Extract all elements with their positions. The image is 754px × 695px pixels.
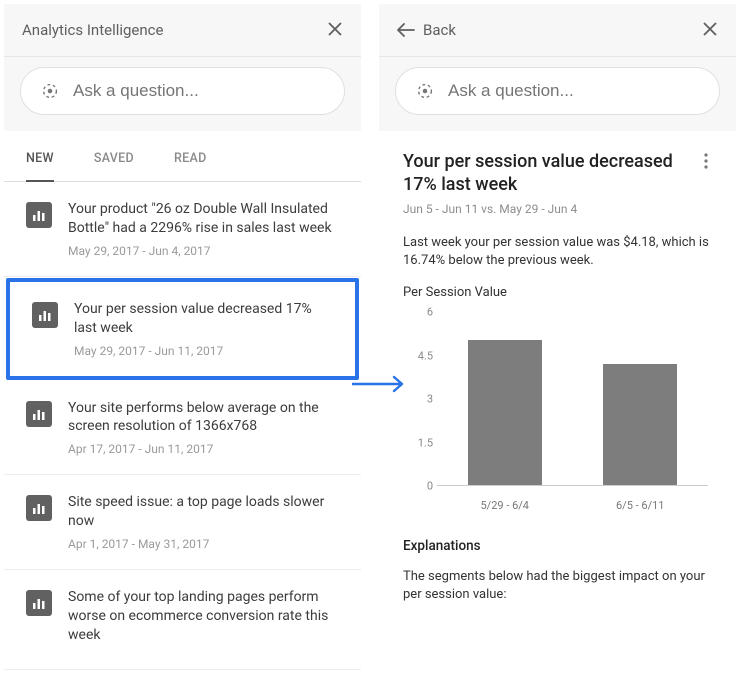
explanations-heading: Explanations [403, 538, 712, 554]
close-icon[interactable] [698, 14, 722, 46]
bar-chart-icon [26, 202, 52, 228]
panel-title: Analytics Intelligence [22, 21, 323, 39]
y-tick-label: 4.5 [409, 349, 433, 362]
close-icon[interactable] [323, 14, 347, 46]
panel-header: Analytics Intelligence [4, 4, 361, 57]
arrow-left-icon [397, 23, 415, 37]
insight-date: Apr 17, 2017 - Jun 11, 2017 [68, 442, 339, 456]
insight-title: Your product "26 oz Double Wall Insulate… [68, 200, 339, 238]
insight-date: Apr 1, 2017 - May 31, 2017 [68, 537, 339, 551]
more-vert-icon[interactable] [700, 151, 712, 176]
search-input[interactable] [448, 81, 701, 101]
bar-chart-icon [26, 590, 52, 616]
search-input[interactable] [73, 81, 326, 101]
insight-title: Your site performs below average on the … [68, 399, 339, 437]
bar-chart-icon [26, 495, 52, 521]
search-pill[interactable] [20, 67, 345, 115]
search-area [379, 57, 736, 131]
back-button[interactable]: Back [397, 21, 456, 39]
chart-bar [468, 340, 542, 486]
chart-title: Per Session Value [403, 285, 712, 300]
detail-title: Your per session value decreased 17% las… [403, 151, 700, 196]
spark-icon [414, 80, 436, 102]
insights-panel: Analytics Intelligence NEW SAVED READ Y [4, 4, 361, 670]
y-tick-label: 6 [409, 306, 433, 319]
bar-chart: 5/29 - 6/46/5 - 6/11 01.534.56 [409, 312, 712, 512]
detail-description: Last week your per session value was $4.… [403, 234, 712, 269]
bar-chart-icon [26, 401, 52, 427]
insight-item[interactable]: Some of your top landing pages perform w… [4, 570, 361, 670]
search-pill[interactable] [395, 67, 720, 115]
spark-icon [39, 80, 61, 102]
detail-panel: Back Your per session value decreased 17… [379, 4, 736, 670]
y-tick-label: 3 [409, 393, 433, 406]
back-label: Back [423, 21, 456, 39]
insight-item-selected[interactable]: Your per session value decreased 17% las… [6, 278, 359, 380]
tab-saved[interactable]: SAVED [94, 151, 134, 181]
insight-item[interactable]: Your site performs below average on the … [4, 381, 361, 476]
insight-title: Some of your top landing pages perform w… [68, 588, 339, 645]
bar-chart-icon [32, 302, 58, 328]
chart-bar [603, 364, 677, 485]
insight-item[interactable]: Your product "26 oz Double Wall Insulate… [4, 182, 361, 277]
tabs: NEW SAVED READ [4, 131, 361, 182]
detail-header: Back [379, 4, 736, 57]
explanations-description: The segments below had the biggest impac… [403, 568, 712, 603]
tab-read[interactable]: READ [174, 151, 207, 181]
detail-body: Your per session value decreased 17% las… [379, 131, 736, 603]
insight-date: May 29, 2017 - Jun 4, 2017 [68, 244, 339, 258]
search-area [4, 57, 361, 131]
y-tick-label: 0 [409, 480, 433, 493]
insight-list: Your product "26 oz Double Wall Insulate… [4, 182, 361, 670]
insight-title: Your per session value decreased 17% las… [74, 300, 333, 338]
insight-title: Site speed issue: a top page loads slowe… [68, 493, 339, 531]
x-tick-label: 6/5 - 6/11 [573, 493, 709, 512]
insight-item[interactable]: Site speed issue: a top page loads slowe… [4, 475, 361, 570]
insight-date: May 29, 2017 - Jun 11, 2017 [74, 344, 333, 358]
detail-date-range: Jun 5 - Jun 11 vs. May 29 - Jun 4 [403, 202, 593, 216]
tab-new[interactable]: NEW [26, 151, 54, 182]
x-tick-label: 5/29 - 6/4 [437, 493, 573, 512]
y-tick-label: 1.5 [409, 436, 433, 449]
